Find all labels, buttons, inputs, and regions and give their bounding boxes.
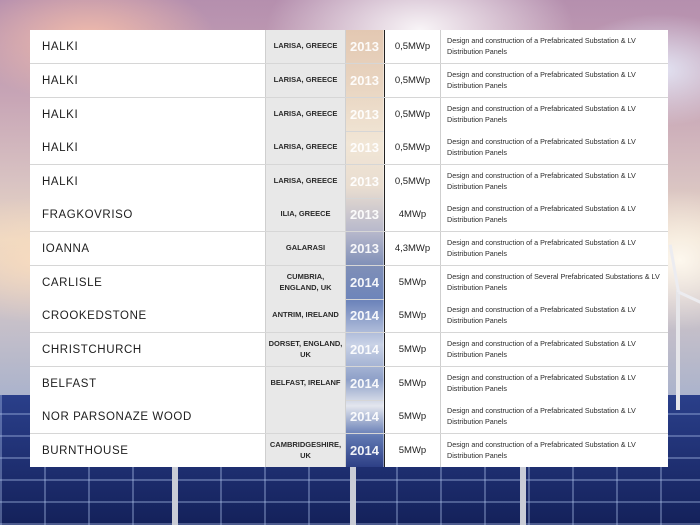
project-location: LARISA, GREECE bbox=[266, 165, 346, 198]
project-location: LARISA, GREECE bbox=[266, 98, 346, 131]
project-power: 5MWp bbox=[384, 333, 441, 366]
project-year: 2014 bbox=[346, 266, 384, 299]
project-name: BURNTHOUSE bbox=[30, 434, 266, 467]
project-location: ANTRIM, IRELAND bbox=[266, 299, 346, 332]
project-description: Design and construction of a Prefabricat… bbox=[441, 400, 668, 433]
project-description: Design and construction of a Prefabricat… bbox=[441, 98, 668, 131]
table-row: HALKI LARISA, GREECE 2013 0,5MWp Design … bbox=[30, 165, 668, 199]
project-year: 2013 bbox=[346, 165, 384, 198]
project-name: IOANNA bbox=[30, 232, 266, 265]
project-description: Design and construction of a Prefabricat… bbox=[441, 333, 668, 366]
project-description: Design and construction of a Prefabricat… bbox=[441, 131, 668, 164]
table-row: IOANNA GALARASI 2013 4,3MWp Design and c… bbox=[30, 232, 668, 266]
project-year: 2013 bbox=[346, 30, 384, 63]
project-year: 2014 bbox=[346, 299, 384, 332]
project-power: 4,3MWp bbox=[384, 232, 441, 265]
project-location: GALARASI bbox=[266, 232, 346, 265]
project-power: 4MWp bbox=[384, 198, 441, 231]
project-power: 0,5MWp bbox=[384, 98, 441, 131]
project-power: 0,5MWp bbox=[384, 165, 441, 198]
project-name: CHRISTCHURCH bbox=[30, 333, 266, 366]
table-row: HALKI LARISA, GREECE 2013 0,5MWp Design … bbox=[30, 30, 668, 64]
project-location bbox=[266, 400, 346, 433]
project-location: LARISA, GREECE bbox=[266, 30, 346, 63]
project-year: 2014 bbox=[346, 333, 384, 366]
project-name: HALKI bbox=[30, 131, 266, 164]
project-year: 2013 bbox=[346, 198, 384, 231]
table-row: BELFAST BELFAST, IRELANF 2014 5MWp Desig… bbox=[30, 367, 668, 401]
project-description: Design and construction of Several Prefa… bbox=[441, 266, 668, 299]
project-power: 0,5MWp bbox=[384, 64, 441, 97]
projects-table: HALKI LARISA, GREECE 2013 0,5MWp Design … bbox=[30, 30, 668, 467]
project-power: 5MWp bbox=[384, 400, 441, 433]
project-location: DORSET, ENGLAND, UK bbox=[266, 333, 346, 366]
project-year: 2014 bbox=[346, 367, 384, 400]
project-power: 5MWp bbox=[384, 367, 441, 400]
project-description: Design and construction of a Prefabricat… bbox=[441, 30, 668, 63]
project-description: Design and construction of a Prefabricat… bbox=[441, 232, 668, 265]
project-year: 2013 bbox=[346, 131, 384, 164]
wind-turbine-icon bbox=[676, 290, 680, 410]
project-location: LARISA, GREECE bbox=[266, 64, 346, 97]
project-location: BELFAST, IRELANF bbox=[266, 367, 346, 400]
project-power: 5MWp bbox=[384, 266, 441, 299]
project-year: 2014 bbox=[346, 434, 384, 467]
project-name: FRAGKOVRISO bbox=[30, 198, 266, 231]
project-description: Design and construction of a Prefabricat… bbox=[441, 434, 668, 467]
project-description: Design and construction of a Prefabricat… bbox=[441, 64, 668, 97]
table-row: CHRISTCHURCH DORSET, ENGLAND, UK 2014 5M… bbox=[30, 333, 668, 367]
table-row: HALKI LARISA, GREECE 2013 0,5MWp Design … bbox=[30, 131, 668, 165]
project-year: 2013 bbox=[346, 64, 384, 97]
project-name: HALKI bbox=[30, 30, 266, 63]
project-location: CUMBRIA, ENGLAND, UK bbox=[266, 266, 346, 299]
project-name: CARLISLE bbox=[30, 266, 266, 299]
table-row: CARLISLE CUMBRIA, ENGLAND, UK 2014 5MWp … bbox=[30, 266, 668, 300]
project-name: BELFAST bbox=[30, 367, 266, 400]
table-row: FRAGKOVRISO ILIA, GREECE 2013 4MWp Desig… bbox=[30, 198, 668, 232]
project-location: LARISA, GREECE bbox=[266, 131, 346, 164]
project-name: HALKI bbox=[30, 165, 266, 198]
project-power: 0,5MWp bbox=[384, 30, 441, 63]
table-row: HALKI LARISA, GREECE 2013 0,5MWp Design … bbox=[30, 64, 668, 98]
project-description: Design and construction of a Prefabricat… bbox=[441, 299, 668, 332]
project-power: 5MWp bbox=[384, 299, 441, 332]
project-year: 2013 bbox=[346, 232, 384, 265]
project-name: HALKI bbox=[30, 64, 266, 97]
table-row: HALKI LARISA, GREECE 2013 0,5MWp Design … bbox=[30, 98, 668, 132]
project-year: 2014 bbox=[346, 400, 384, 433]
project-power: 0,5MWp bbox=[384, 131, 441, 164]
project-description: Design and construction of a Prefabricat… bbox=[441, 165, 668, 198]
project-description: Design and construction of a Prefabricat… bbox=[441, 198, 668, 231]
project-name: NOR PARSONAZE WOOD bbox=[30, 400, 266, 433]
project-name: HALKI bbox=[30, 98, 266, 131]
project-location: ILIA, GREECE bbox=[266, 198, 346, 231]
project-power: 5MWp bbox=[384, 434, 441, 467]
project-year: 2013 bbox=[346, 98, 384, 131]
project-name: CROOKEDSTONE bbox=[30, 299, 266, 332]
table-row: BURNTHOUSE CAMBRIDGESHIRE, UK 2014 5MWp … bbox=[30, 434, 668, 467]
table-row: NOR PARSONAZE WOOD 2014 5MWp Design and … bbox=[30, 400, 668, 434]
table-row: CROOKEDSTONE ANTRIM, IRELAND 2014 5MWp D… bbox=[30, 299, 668, 333]
project-location: CAMBRIDGESHIRE, UK bbox=[266, 434, 346, 467]
project-description: Design and construction of a Prefabricat… bbox=[441, 367, 668, 400]
